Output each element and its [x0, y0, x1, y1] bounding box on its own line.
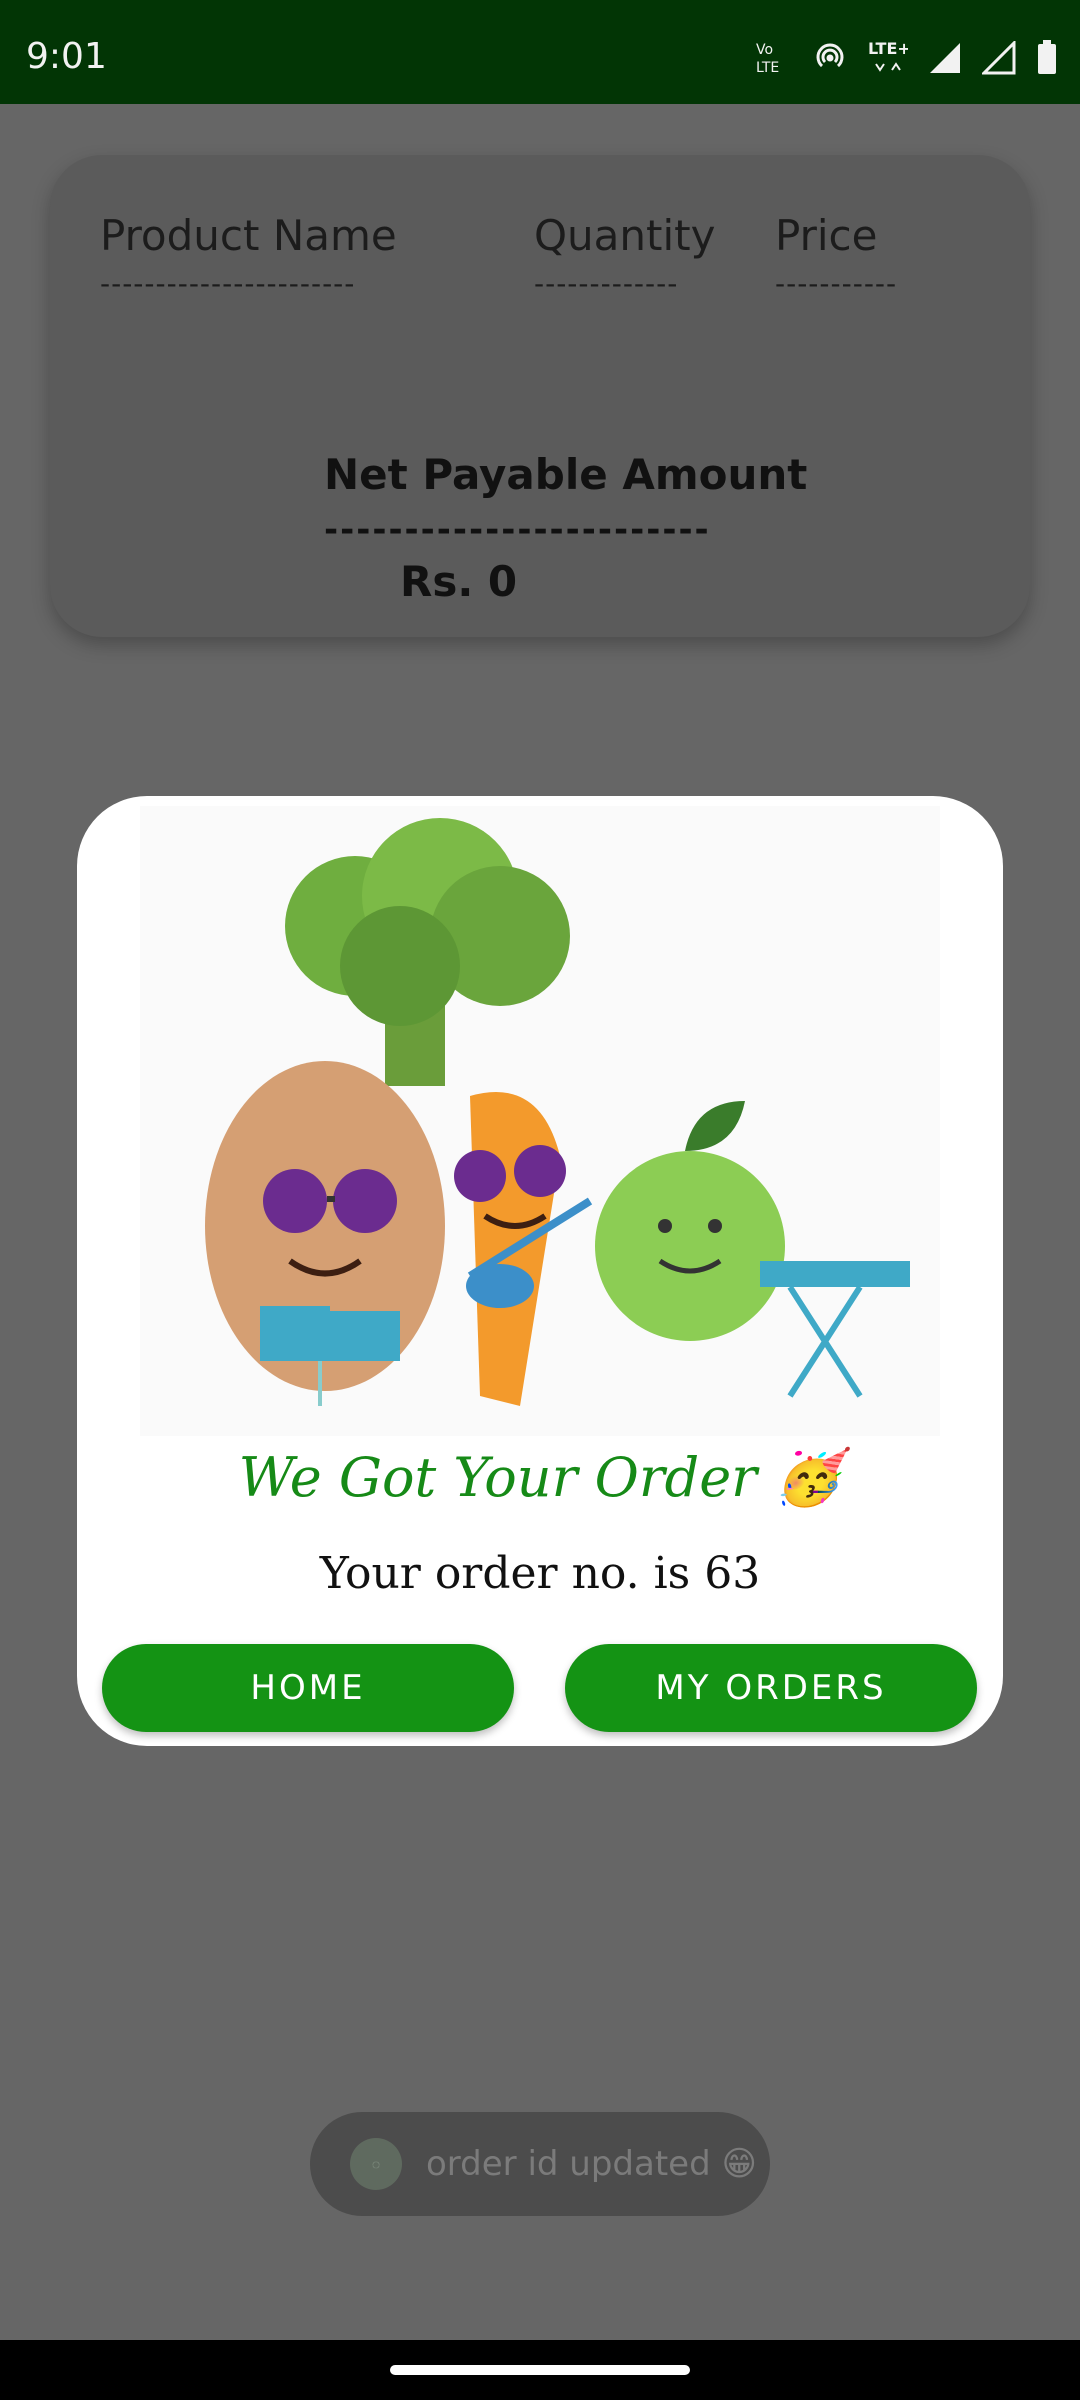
status-icons: Vo LTE LTE+: [756, 38, 1058, 78]
home-button[interactable]: HOME: [102, 1644, 514, 1732]
my-orders-button[interactable]: MY ORDERS: [565, 1644, 977, 1732]
potato-character: [205, 1061, 445, 1406]
svg-text:Vo: Vo: [756, 42, 773, 58]
lte-plus-icon: LTE+: [868, 38, 908, 78]
svg-text:LTE: LTE: [756, 60, 779, 76]
carrot-character: [454, 1092, 593, 1406]
order-number-text: Your order no. is 63: [319, 1548, 761, 1599]
broccoli-illustration: [285, 818, 570, 1086]
quantity-header: Quantity: [534, 211, 716, 260]
price-header: Price: [775, 211, 878, 260]
veggie-band-illustration: [140, 806, 940, 1436]
order-success-dialog: We Got Your Order 🥳 Your order no. is 63…: [77, 796, 1003, 1746]
battery-icon: [1036, 40, 1058, 76]
toast: ◌ order id updated 😁: [310, 2112, 770, 2216]
quantity-divider: -------------: [534, 267, 679, 300]
net-payable-value: Rs. 0: [400, 557, 518, 606]
product-name-header: Product Name: [100, 211, 397, 260]
net-payable-label: Net Payable Amount: [324, 450, 808, 499]
status-bar: 9:01 Vo LTE LTE+: [0, 0, 1080, 104]
net-payable-divider: ------------------------: [324, 510, 711, 550]
volte-icon: Vo LTE: [756, 38, 792, 78]
app-icon: ◌: [350, 2138, 402, 2190]
price-divider: -----------: [775, 267, 898, 300]
signal-icon: [928, 41, 962, 75]
toast-text: order id updated 😁: [426, 2144, 757, 2184]
apple-character: [595, 1101, 910, 1398]
dialog-title: We Got Your Order 🥳: [238, 1446, 842, 1509]
status-time: 9:01: [26, 36, 107, 77]
order-summary-card: Product Name Quantity Price ------------…: [50, 155, 1030, 637]
svg-text:LTE+: LTE+: [868, 39, 908, 58]
home-indicator[interactable]: [390, 2365, 690, 2375]
hotspot-icon: [812, 40, 848, 76]
product-name-divider: -----------------------: [100, 267, 356, 300]
signal-icon: [982, 41, 1016, 75]
